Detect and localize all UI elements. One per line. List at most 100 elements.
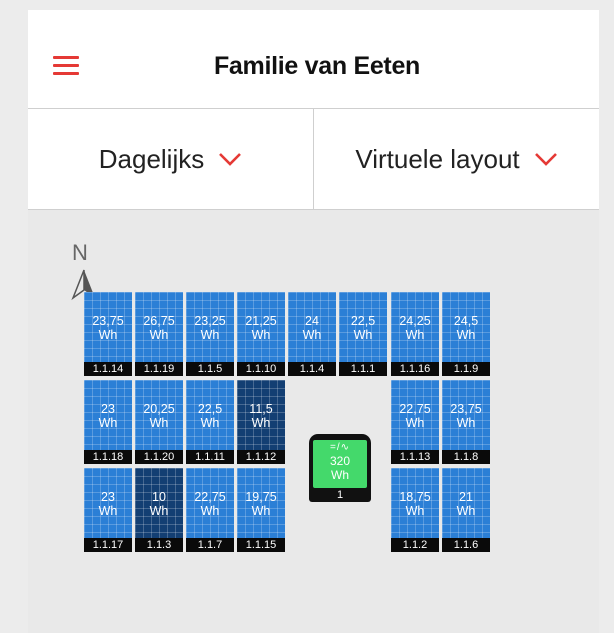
panel-energy-unit: Wh [456,504,476,518]
panel-id: 1.1.15 [237,538,285,552]
panel-energy: 23,75 Wh [442,402,490,430]
panel-energy: 20,25 Wh [135,402,183,430]
panel-energy: 26,75 Wh [135,314,183,342]
panel-energy-unit: Wh [149,328,169,342]
panel-energy-value: 23,75 [450,402,482,416]
panel-energy: 22,75 Wh [186,490,234,518]
panel-energy-value: 23,25 [194,314,226,328]
solar-panel[interactable]: 20,25 Wh 1.1.20 [135,380,183,464]
solar-panel[interactable]: 23,75 Wh 1.1.8 [442,380,490,464]
period-dropdown[interactable]: Dagelijks [28,109,313,209]
panel-energy: 24,5 Wh [442,314,490,342]
solar-panel[interactable]: 22,5 Wh 1.1.1 [339,292,387,376]
app-card: Familie van Eeten Dagelijks Virtuele lay… [28,10,599,633]
panel-id: 1.1.16 [391,362,439,376]
inverter-display: =/∿ 320 Wh [313,440,367,488]
panel-energy-unit: Wh [405,416,425,430]
panel-id: 1.1.13 [391,450,439,464]
panel-id: 1.1.1 [339,362,387,376]
panel-energy-value: 21 [459,490,473,504]
panel-energy-unit: Wh [98,504,118,518]
panel-energy-value: 22,5 [350,314,376,328]
panel-energy: 23 Wh [84,490,132,518]
panel-energy: 23,75 Wh [84,314,132,342]
panel-id: 1.1.4 [288,362,336,376]
solar-panel[interactable]: 21,25 Wh 1.1.10 [237,292,285,376]
panel-energy: 22,75 Wh [391,402,439,430]
panel-energy-value: 18,75 [399,490,431,504]
panel-id: 1.1.2 [391,538,439,552]
panel-energy: 21 Wh [442,490,490,518]
panel-id: 1.1.17 [84,538,132,552]
panel-energy-unit: Wh [149,504,169,518]
page-title: Familie van Eeten [213,52,421,80]
solar-panel[interactable]: 19,75 Wh 1.1.15 [237,468,285,552]
panel-energy-value: 22,75 [399,402,431,416]
panel-energy-value: 11,5 [249,402,273,416]
chevron-down-icon [219,153,242,166]
panel-energy-unit: Wh [456,416,476,430]
solar-panel[interactable]: 22,75 Wh 1.1.13 [391,380,439,464]
panel-energy-unit: Wh [149,416,169,430]
solar-panel[interactable]: 23 Wh 1.1.18 [84,380,132,464]
solar-panel[interactable]: 22,5 Wh 1.1.11 [186,380,234,464]
panel-energy-unit: Wh [251,328,271,342]
panel-id: 1.1.11 [186,450,234,464]
panel-energy-unit: Wh [200,504,220,518]
panel-id: 1.1.18 [84,450,132,464]
panel-id: 1.1.7 [186,538,234,552]
solar-panel[interactable]: 23,75 Wh 1.1.14 [84,292,132,376]
solar-panel[interactable]: 26,75 Wh 1.1.19 [135,292,183,376]
panel-energy: 19,75 Wh [237,490,285,518]
panel-energy: 23 Wh [84,402,132,430]
inverter-symbol-icon: =/∿ [330,442,350,453]
solar-panel[interactable]: 24 Wh 1.1.4 [288,292,336,376]
panel-energy-value: 21,25 [245,314,277,328]
panel-energy: 24,25 Wh [391,314,439,342]
view-dropdown[interactable]: Virtuele layout [313,109,599,209]
panel-energy-unit: Wh [251,504,271,518]
app-header: Familie van Eeten [28,10,599,108]
panel-id: 1.1.14 [84,362,132,376]
inverter[interactable]: =/∿ 320 Wh 1 [309,434,371,502]
panel-energy-value: 20,25 [143,402,175,416]
panel-energy-value: 23,75 [92,314,124,328]
panel-energy-unit: Wh [456,328,476,342]
solar-panel[interactable]: 11,5 Wh 1.1.12 [237,380,285,464]
solar-panel[interactable]: 23,25 Wh 1.1.5 [186,292,234,376]
panel-energy: 23,25 Wh [186,314,234,342]
panel-energy-value: 22,5 [197,402,223,416]
panel-energy: 11,5 Wh [237,402,285,430]
solar-panel[interactable]: 10 Wh 1.1.3 [135,468,183,552]
solar-panel[interactable]: 22,75 Wh 1.1.7 [186,468,234,552]
panel-energy-value: 23 [101,490,115,504]
solar-panel[interactable]: 18,75 Wh 1.1.2 [391,468,439,552]
chevron-down-icon [534,153,557,166]
virtual-layout-area[interactable]: N 23,75 Wh 1.1.14 26,75 Wh 1.1.19 23,25 Wh 1.1.5… [28,210,599,633]
panel-energy-value: 24 [305,314,319,328]
panel-energy-value: 10 [152,490,166,504]
solar-panel[interactable]: 24,25 Wh 1.1.16 [391,292,439,376]
inverter-value: 320 [329,454,351,468]
panel-energy-unit: Wh [251,416,271,430]
view-toolbar: Dagelijks Virtuele layout [28,108,599,210]
panel-energy: 21,25 Wh [237,314,285,342]
panel-energy-value: 24,25 [399,314,431,328]
panel-energy: 24 Wh [288,314,336,342]
panel-energy-value: 22,75 [194,490,226,504]
panel-energy-unit: Wh [200,328,220,342]
panel-id: 1.1.8 [442,450,490,464]
panel-energy: 10 Wh [135,490,183,518]
solar-panel[interactable]: 21 Wh 1.1.6 [442,468,490,552]
solar-panel[interactable]: 23 Wh 1.1.17 [84,468,132,552]
panel-energy-unit: Wh [200,416,220,430]
panel-energy-unit: Wh [302,328,322,342]
panel-energy-unit: Wh [98,416,118,430]
solar-panel[interactable]: 24,5 Wh 1.1.9 [442,292,490,376]
period-dropdown-label: Dagelijks [98,143,205,174]
panel-energy-unit: Wh [353,328,373,342]
panel-id: 1.1.5 [186,362,234,376]
panel-id: 1.1.20 [135,450,183,464]
panel-energy-unit: Wh [98,328,118,342]
panel-energy: 22,5 Wh [339,314,387,342]
